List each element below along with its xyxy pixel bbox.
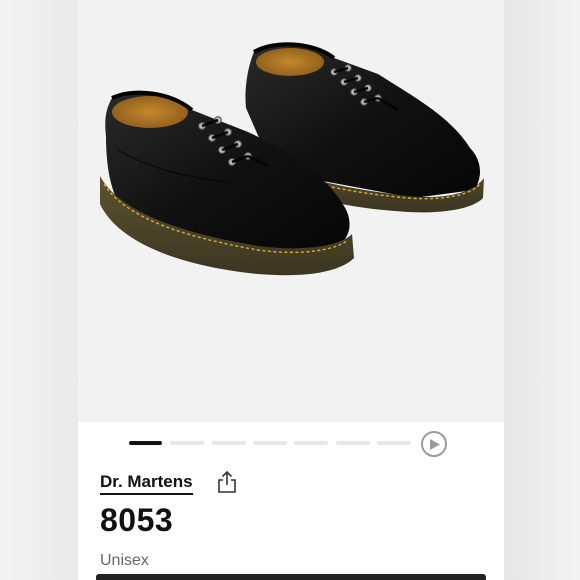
product-image[interactable] bbox=[78, 0, 504, 422]
bottom-action-bar[interactable] bbox=[96, 574, 486, 580]
carousel-dot[interactable] bbox=[253, 441, 287, 445]
carousel-dot[interactable] bbox=[212, 441, 246, 445]
product-gender: Unisex bbox=[100, 552, 149, 569]
carousel-dot[interactable] bbox=[294, 441, 328, 445]
play-icon bbox=[430, 439, 440, 450]
share-icon[interactable] bbox=[216, 470, 238, 494]
background-right bbox=[504, 0, 580, 580]
play-video-button[interactable] bbox=[421, 431, 447, 457]
product-model: 8053 bbox=[100, 502, 174, 538]
carousel-dot[interactable] bbox=[336, 441, 370, 445]
product-screen: Dr. Martens 8053 Unisex bbox=[78, 0, 504, 580]
shoe-photo bbox=[100, 42, 484, 276]
carousel-dot[interactable] bbox=[377, 441, 411, 445]
background-left bbox=[0, 0, 78, 580]
image-carousel-indicator bbox=[78, 422, 504, 466]
carousel-dot[interactable] bbox=[170, 441, 204, 445]
carousel-dot[interactable] bbox=[129, 441, 162, 445]
brand-link[interactable]: Dr. Martens bbox=[100, 472, 193, 495]
